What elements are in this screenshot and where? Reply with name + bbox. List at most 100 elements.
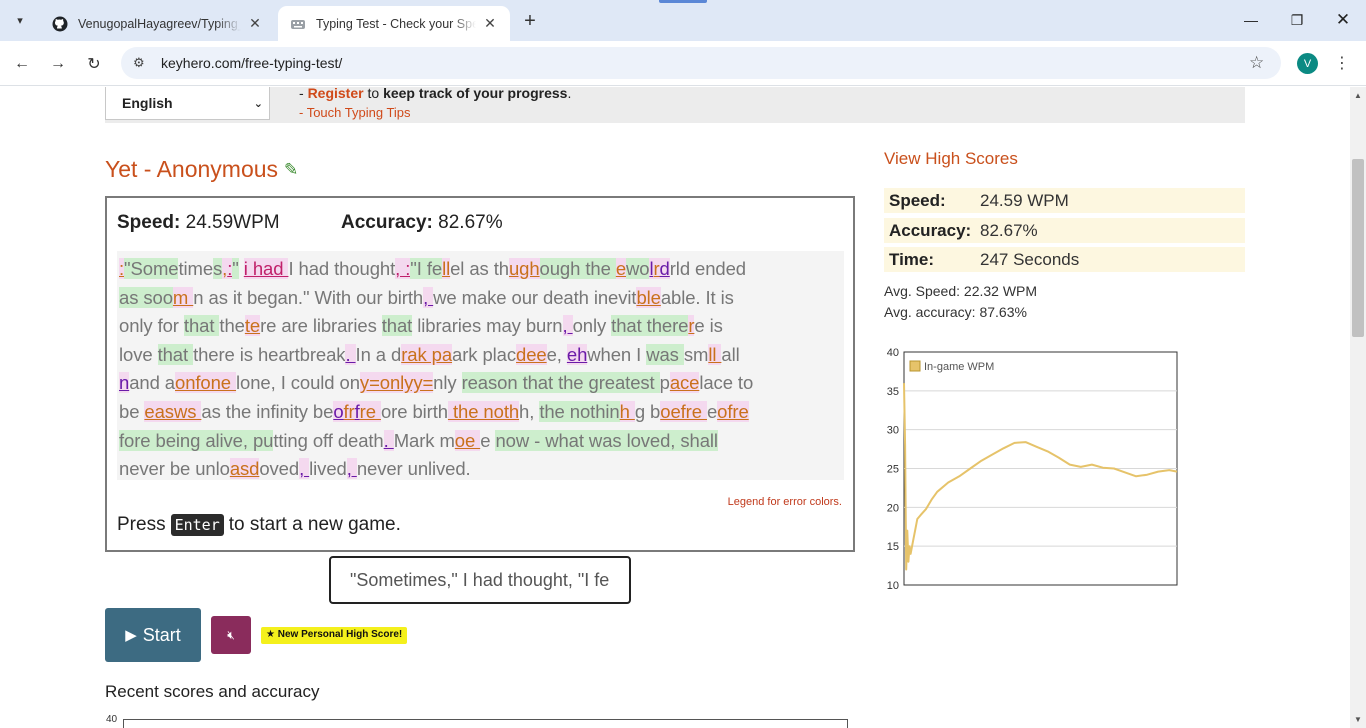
typed-segment: "I fe	[410, 258, 443, 279]
scroll-up-icon[interactable]: ▲	[1354, 91, 1362, 100]
error-legend-link[interactable]: Legend for error colors.	[728, 496, 842, 508]
start-button[interactable]: ▶ Start	[105, 608, 201, 662]
typed-segment: able. It is	[660, 286, 734, 308]
reload-button[interactable]: ↻	[81, 51, 107, 77]
back-button[interactable]: ←	[9, 51, 35, 77]
typed-segment: ,	[299, 458, 310, 480]
typed-segment: m	[172, 286, 194, 308]
high-score-row-accuracy: Accuracy: 82.67%	[884, 218, 1245, 243]
typed-segment: e	[706, 400, 718, 422]
restart-hint: Press Enter to start a new game.	[117, 514, 401, 536]
register-link[interactable]: Register	[308, 87, 364, 101]
chevron-down-icon: ▾	[17, 14, 23, 27]
register-line: - Register to keep track of your progres…	[299, 87, 571, 101]
typed-segment: el as th	[450, 258, 509, 279]
restore-button[interactable]: ❐	[1274, 6, 1320, 34]
typed-segment: n as it began." With our birth	[193, 286, 424, 308]
typed-segment: .	[383, 429, 394, 451]
play-icon: ▶	[125, 627, 137, 644]
typed-segment: ore birth	[380, 400, 448, 422]
site-info-icon[interactable]: ⚙	[133, 55, 149, 71]
accuracy-value: 82.67%	[432, 212, 503, 233]
typed-segment: e,	[546, 343, 567, 365]
typed-segment: never unlived.	[356, 458, 471, 480]
profile-avatar[interactable]: V	[1297, 53, 1318, 74]
url-text[interactable]: keyhero.com/free-typing-test/	[161, 55, 1249, 71]
typed-segment: e	[480, 429, 496, 451]
close-window-button[interactable]: ✕	[1320, 6, 1366, 34]
arrow-right-icon: →	[50, 55, 66, 72]
close-tab-icon[interactable]: ✕	[247, 15, 263, 32]
mute-button[interactable]: 🔇︎	[211, 616, 251, 654]
typed-segment: ofre	[717, 400, 749, 422]
typed-segment: ugh	[508, 258, 540, 279]
typed-segment: p	[659, 372, 670, 394]
new-tab-button[interactable]: +	[518, 9, 542, 33]
tab-keyhero[interactable]: Typing Test - Check your Speed ✕	[278, 6, 510, 41]
typed-segment: ,	[423, 286, 434, 308]
tab-title: VenugopalHayagreev/Typing_P	[78, 16, 241, 31]
y-tick-label: 20	[887, 502, 899, 514]
scrollbar-thumb[interactable]	[1352, 159, 1364, 337]
press-rest-text: to start a new game.	[228, 514, 401, 535]
typed-line: only for that thetere are libraries that…	[119, 312, 842, 341]
typed-segment: as soo	[119, 286, 173, 308]
typed-segment: be	[119, 400, 145, 422]
window-drag-indicator	[659, 0, 707, 3]
typed-segment: that	[157, 343, 194, 365]
y-tick-label: 25	[887, 464, 899, 476]
typed-segment: ark plac	[452, 343, 517, 365]
address-bar[interactable]: ⚙ keyhero.com/free-typing-test/ ☆	[121, 47, 1281, 79]
minimize-button[interactable]: —	[1228, 6, 1274, 34]
language-select[interactable]: English ⌄	[105, 87, 270, 120]
browser-menu-icon[interactable]: ⋮	[1332, 53, 1352, 73]
tab-search-button[interactable]: ▾	[8, 8, 32, 32]
typed-segment: sm	[683, 343, 709, 365]
close-tab-icon[interactable]: ✕	[482, 15, 498, 32]
typed-segment: lived	[309, 458, 347, 480]
typed-segment: oefre	[660, 400, 707, 422]
typed-segment: rld ended	[669, 258, 746, 279]
typed-segment: the	[219, 315, 245, 337]
typed-line: fore being alive, putting off death. Mar…	[119, 427, 842, 456]
wpm-chart: 10 15 20 25 30 35 40 In-game WPM	[887, 347, 1178, 590]
row-value: 24.59 WPM	[980, 190, 1069, 210]
typed-segment: fr	[343, 400, 355, 422]
tab-github[interactable]: VenugopalHayagreev/Typing_P ✕	[40, 6, 275, 41]
typed-segment: libraries may burn	[412, 315, 563, 337]
touch-typing-tips-link[interactable]: - Touch Typing Tips	[299, 105, 411, 120]
typed-segment: g b	[634, 400, 661, 422]
typed-segment: h,	[519, 400, 540, 422]
typed-segment: time	[178, 258, 214, 279]
scroll-down-icon[interactable]: ▼	[1354, 715, 1362, 724]
speed-value: 24.59WPM	[180, 212, 280, 233]
typed-segment: the noth	[447, 400, 520, 422]
typed-segment: d	[659, 258, 670, 279]
typed-segment: r	[653, 258, 660, 279]
page-scrollbar[interactable]: ▲ ▼	[1350, 87, 1366, 728]
browser-toolbar: ← → ↻ ⚙ keyhero.com/free-typing-test/ ☆ …	[0, 41, 1366, 86]
chevron-down-icon: ⌄	[253, 97, 263, 110]
typed-segment: that there	[611, 315, 689, 337]
arrow-left-icon: ←	[14, 55, 30, 72]
tab-strip: ▾ VenugopalHayagreev/Typing_P ✕ Typing T…	[0, 0, 1366, 41]
typing-input[interactable]: "Sometimes," I had thought, "I fe	[329, 556, 631, 604]
typed-segment: now - what was loved, shall	[495, 429, 718, 451]
register-dot: .	[567, 87, 572, 101]
register-bold-text: keep track of your progress	[383, 87, 568, 101]
forward-button[interactable]: →	[45, 51, 71, 77]
typed-segment: n	[119, 372, 130, 394]
header-strip	[105, 87, 1245, 123]
row-label: Speed:	[889, 190, 946, 210]
typed-segment: ll	[708, 343, 722, 365]
start-label: Start	[142, 624, 181, 645]
minimize-icon: —	[1244, 12, 1258, 28]
recent-scores-title: Recent scores and accuracy	[105, 682, 320, 701]
bookmark-star-icon[interactable]: ☆	[1249, 53, 1269, 73]
typed-segment: was	[646, 343, 684, 365]
tab-title: Typing Test - Check your Speed	[316, 16, 476, 31]
typed-segment: only for	[119, 315, 184, 337]
view-high-scores-link[interactable]: View High Scores	[884, 149, 1018, 169]
player-name-row: Yet - Anonymous ✎	[105, 156, 298, 183]
pencil-icon[interactable]: ✎	[284, 160, 298, 180]
